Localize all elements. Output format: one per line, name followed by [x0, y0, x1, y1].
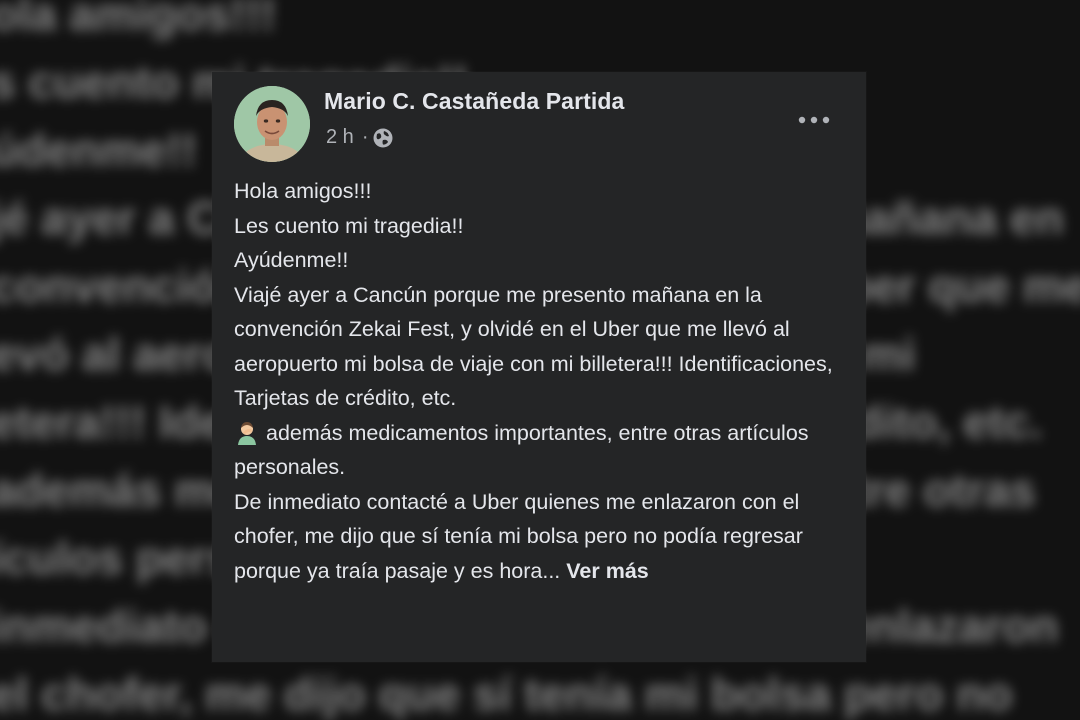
post-line: Les cuento mi tragedia!!	[234, 213, 464, 238]
post-text: Hola amigos!!! Les cuento mi tragedia!! …	[234, 174, 849, 588]
person-facepalming-icon	[234, 419, 260, 445]
post-paragraph-text: además medicamentos importantes, entre o…	[234, 420, 809, 480]
post-paragraph-text: De inmediato contacté a Uber quienes me …	[234, 489, 803, 583]
see-more-link[interactable]: Ver más	[566, 559, 648, 583]
meta-separator: ·	[361, 126, 369, 148]
post-paragraph: De inmediato contacté a Uber quienes me …	[234, 485, 849, 589]
post-card: Mario C. Castañeda Partida 2 h · Hola am…	[212, 72, 866, 662]
post-line: Ayúdenme!!	[234, 248, 349, 272]
post-meta: 2 h ·	[326, 126, 394, 149]
more-options-icon	[798, 116, 830, 124]
screenshot-stage: ola amigos!!! s cuento mi tragedia!! úde…	[0, 0, 1080, 720]
post-paragraph: Viajé ayer a Cancún porque me presento m…	[234, 282, 833, 411]
author-avatar[interactable]	[234, 86, 310, 162]
avatar-image	[234, 86, 310, 162]
post-time[interactable]: 2 h	[326, 126, 354, 149]
globe-icon[interactable]	[372, 127, 394, 149]
more-options-button[interactable]	[794, 110, 834, 130]
post-paragraph-with-emoji: además medicamentos importantes, entre o…	[234, 416, 849, 485]
post-line: Hola amigos!!!	[234, 179, 372, 203]
author-name[interactable]: Mario C. Castañeda Partida	[324, 88, 624, 115]
